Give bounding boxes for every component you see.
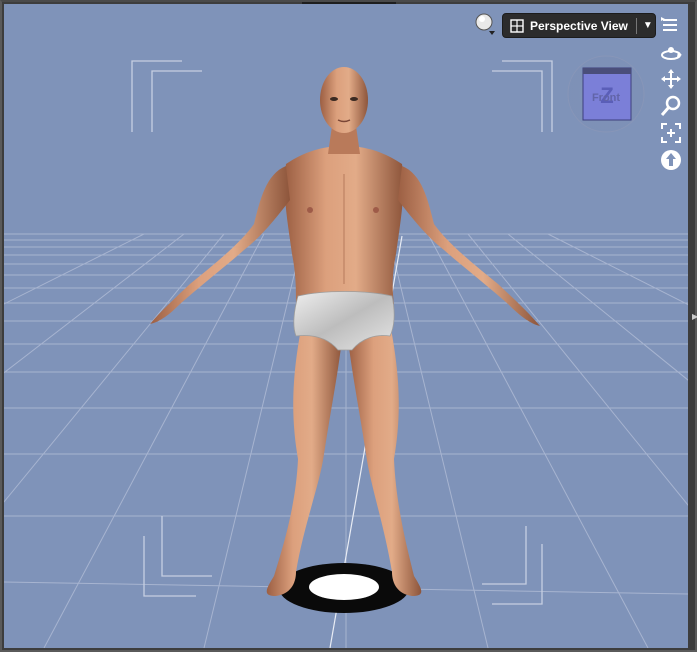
human-figure[interactable] <box>150 67 540 596</box>
chevron-down-icon: ▼ <box>642 20 653 31</box>
view-cube-face-label: Front <box>592 92 620 104</box>
frame-icon <box>661 123 681 143</box>
frame-button[interactable] <box>660 122 682 144</box>
viewport-3d[interactable]: Z Front Perspective View ▼ <box>4 4 688 648</box>
orbit-button[interactable] <box>660 42 682 64</box>
viewport-frame: Z Front Perspective View ▼ ▶ <box>0 0 697 652</box>
reset-view-icon <box>661 150 681 170</box>
view-selector-divider <box>635 17 637 34</box>
pan-button[interactable] <box>660 68 682 90</box>
orbit-icon <box>661 47 682 60</box>
zoom-button[interactable] <box>660 95 682 117</box>
figure-base-disc <box>279 563 409 613</box>
grid-icon <box>510 18 524 33</box>
viewport-scene[interactable]: Z Front <box>4 4 688 648</box>
view-cube[interactable]: Z Front <box>567 55 645 133</box>
view-selector-dropdown[interactable]: Perspective View ▼ <box>502 13 656 38</box>
collapse-arrow-icon[interactable]: ▶ <box>692 312 697 321</box>
pane-menu-button[interactable] <box>660 16 680 34</box>
draw-style-button[interactable] <box>474 12 498 36</box>
view-selector-label: Perspective View <box>530 18 628 33</box>
reset-view-button[interactable] <box>660 149 682 171</box>
pane-menu-icon <box>661 17 677 31</box>
zoom-icon <box>660 95 681 116</box>
sphere-icon <box>475 13 495 35</box>
pan-icon <box>661 69 681 89</box>
